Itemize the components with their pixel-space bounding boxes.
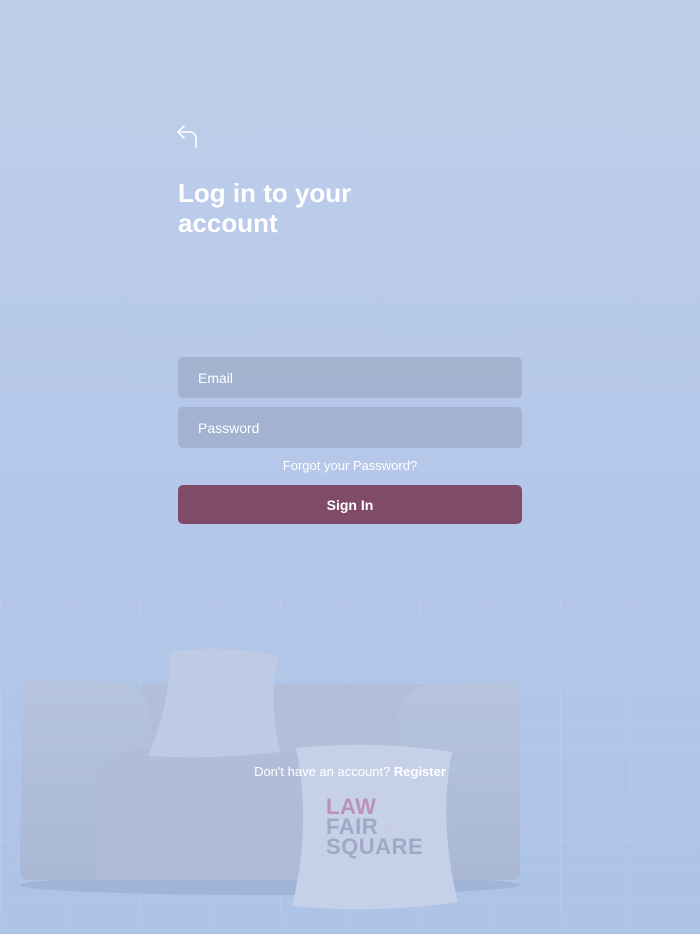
logo-line-square: SQUARE [326,834,424,859]
brand-logo: LAW FAIR + SQUARE [326,796,436,859]
back-button[interactable] [172,120,202,152]
register-link[interactable]: Register [394,764,446,779]
page-title: Log in to your account [178,178,352,238]
email-field[interactable] [178,357,522,398]
forgot-password-link[interactable]: Forgot your Password? [178,458,522,474]
password-field[interactable] [178,407,522,448]
login-screen: Log in to your account Forgot your Passw… [0,0,700,934]
sofa-illustration [20,648,520,910]
register-prompt: Don't have an account? Register [178,764,522,780]
back-arrow-icon [177,125,197,148]
sign-in-button[interactable]: Sign In [178,485,522,524]
no-account-text: Don't have an account? [254,764,391,779]
